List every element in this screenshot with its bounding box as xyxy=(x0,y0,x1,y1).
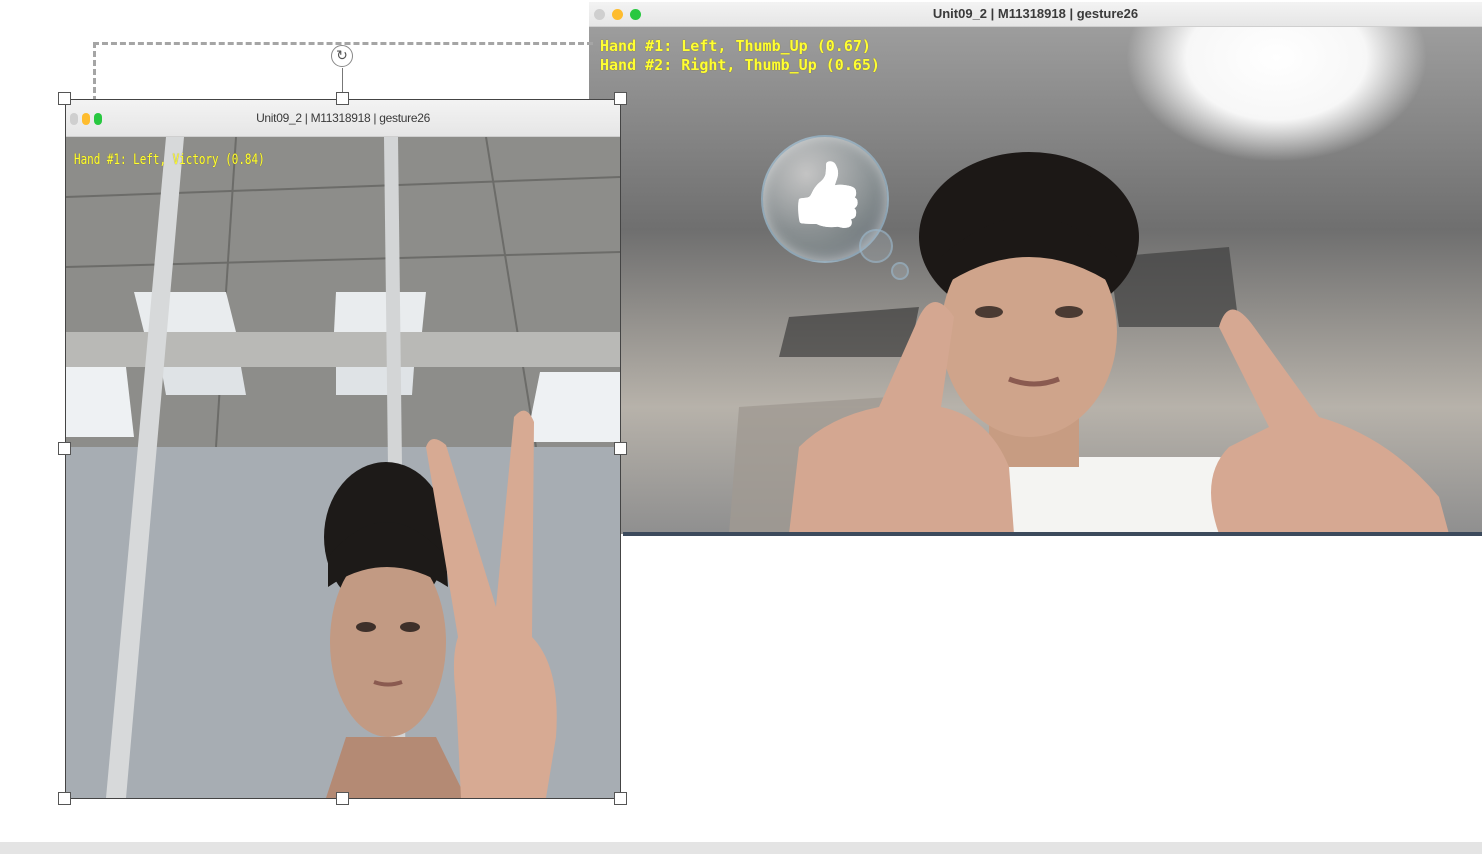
camera-frame-illustration xyxy=(729,152,1449,534)
selection-frame xyxy=(65,99,621,799)
window-title: Unit09_2 | M11318918 | gesture26 xyxy=(932,6,1139,21)
resize-handle-bottom-right[interactable] xyxy=(614,792,627,805)
gesture-result-line-1: Hand #1: Left, Thumb_Up (0.67) xyxy=(600,37,871,55)
canvas-bottom-bar xyxy=(0,842,1482,854)
resize-handle-top-right[interactable] xyxy=(614,92,627,105)
camera-window-thumbs-up[interactable]: Unit09_2 | M11318918 | gesture26 👍 Hand … xyxy=(589,2,1482,534)
bubble-tail-small xyxy=(891,262,909,280)
gesture-result-line-2: Hand #2: Right, Thumb_Up (0.65) xyxy=(600,56,880,74)
resize-handle-top-center[interactable] xyxy=(336,92,349,105)
resize-handle-bottom-left[interactable] xyxy=(58,792,71,805)
rotate-icon[interactable]: ↻ xyxy=(331,45,353,67)
resize-handle-top-left[interactable] xyxy=(58,92,71,105)
window-titlebar[interactable]: Unit09_2 | M11318918 | gesture26 xyxy=(589,2,1482,27)
camera-feed: 👍 xyxy=(589,27,1482,534)
window-bottom-strip xyxy=(623,532,1482,536)
thumbs-up-icon: 👍 xyxy=(787,158,867,232)
resize-handle-middle-right[interactable] xyxy=(614,442,627,455)
resize-handle-middle-left[interactable] xyxy=(58,442,71,455)
resize-handle-bottom-center[interactable] xyxy=(336,792,349,805)
bubble-tail-large xyxy=(859,229,893,263)
